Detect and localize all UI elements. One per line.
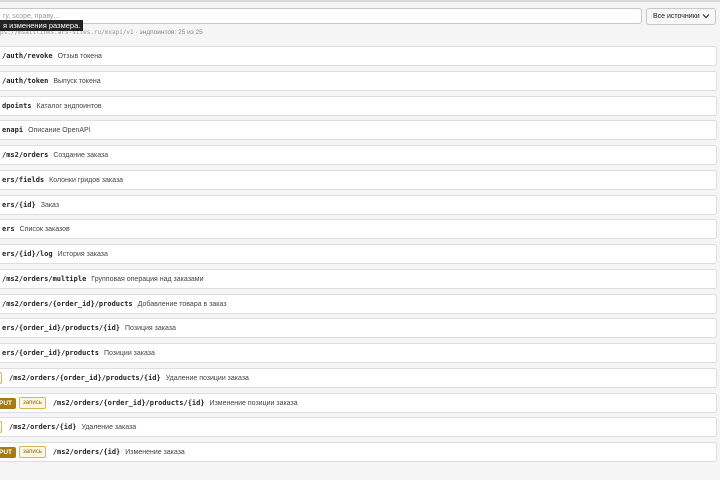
endpoint-row[interactable]: ers/{id} Заказ <box>0 195 717 215</box>
endpoint-path: enapi <box>2 126 24 134</box>
endpoint-description: Позиция заказа <box>125 324 176 332</box>
method-badge: PUT <box>0 446 16 458</box>
toolbar: я изменения размера. Все источники ps://… <box>0 0 720 44</box>
endpoint-description: Каталог эндпоинтов <box>36 102 102 110</box>
chevron-down-icon <box>702 14 710 19</box>
endpoint-path: ers <box>2 225 15 233</box>
endpoint-path: ers/{order_id}/products <box>2 349 99 357</box>
scope-badge: запись <box>19 397 46 409</box>
endpoint-path: /ms2/orders/{id} <box>9 423 77 431</box>
scope-badge <box>0 372 2 384</box>
endpoint-description: Добавление товара в заказ <box>137 300 227 308</box>
endpoint-row[interactable]: ers/{order_id}/products/{id} Позиция зака… <box>0 318 717 338</box>
endpoint-path: /ms2/orders <box>2 151 49 159</box>
endpoint-row[interactable]: /auth/token Выпуск токена <box>0 71 717 91</box>
endpoint-row[interactable]: /auth/revoke Отзыв токена <box>0 46 717 66</box>
endpoint-description: История заказа <box>57 250 108 258</box>
method-badge: PUT <box>0 397 16 409</box>
endpoint-description: Позиции заказа <box>103 349 155 357</box>
endpoint-description: Изменение позиции заказа <box>209 399 298 407</box>
endpoint-row[interactable]: ers/{id}/log История заказа <box>0 244 717 264</box>
source-select-value: Все источники <box>653 13 700 20</box>
endpoint-description: Групповая операция над заказами <box>91 275 204 283</box>
endpoint-row[interactable]: /ms2/orders/multiple Групповая операция н… <box>0 269 717 289</box>
endpoint-path: /ms2/orders/{order_id}/products/{id} <box>52 399 205 407</box>
top-divider <box>0 0 720 2</box>
endpoint-description: Заказ <box>40 201 60 209</box>
endpoint-row[interactable]: ers/fields Колонки гридов заказа <box>0 170 717 190</box>
search-input[interactable] <box>0 8 642 24</box>
endpoint-row[interactable]: PUT запись/ms2/orders/{id} Изменение заказ… <box>0 442 717 462</box>
endpoint-description: Удаление позиции заказа <box>165 374 249 382</box>
endpoint-row[interactable]: enapi Описание OpenAPI <box>0 120 717 140</box>
endpoint-description: Список заказов <box>19 225 70 233</box>
endpoint-path: /ms2/orders/{order_id}/products <box>2 300 133 308</box>
resize-tooltip: я изменения размера. <box>0 20 84 31</box>
endpoint-path: ers/{id}/log <box>2 250 53 258</box>
endpoint-description: Описание OpenAPI <box>28 126 91 134</box>
endpoint-row[interactable]: ers Список заказов <box>0 219 717 239</box>
endpoint-description: Создание заказа <box>53 151 109 159</box>
endpoint-path: dpoints <box>2 102 32 110</box>
endpoint-row[interactable]: /ms2/orders/{order_id}/products/{id} Удал… <box>0 368 717 388</box>
endpoint-description: Изменение заказа <box>125 448 185 456</box>
api-meta: ps://msattlinks.ars-sites.ru/mxapi/v1 · … <box>0 29 640 36</box>
endpoint-count: · эндпоинтов: 25 из 25 <box>135 29 203 36</box>
endpoint-path: ers/{id} <box>2 201 36 209</box>
endpoint-row[interactable]: PUT запись/ms2/orders/{order_id}/products… <box>0 393 717 413</box>
endpoint-path: /auth/revoke <box>2 52 53 60</box>
scope-badge <box>0 421 2 433</box>
endpoint-row[interactable]: /ms2/orders/{order_id}/products Добавлени… <box>0 294 717 314</box>
endpoint-description: Удаление заказа <box>81 423 137 431</box>
endpoint-description: Выпуск токена <box>53 77 101 85</box>
endpoint-row[interactable]: dpoints Каталог эндпоинтов <box>0 96 717 116</box>
endpoint-path: /ms2/orders/multiple <box>2 275 87 283</box>
endpoint-row[interactable]: /ms2/orders/{id} Удаление заказа <box>0 417 717 437</box>
endpoint-path: /auth/token <box>2 77 49 85</box>
source-select[interactable]: Все источники <box>646 8 716 25</box>
endpoint-description: Колонки гридов заказа <box>49 176 124 184</box>
endpoint-path: ers/fields <box>2 176 45 184</box>
endpoint-row[interactable]: /ms2/orders Создание заказа <box>0 145 717 165</box>
endpoint-path: /ms2/orders/{order_id}/products/{id} <box>9 374 161 382</box>
endpoint-path: /ms2/orders/{id} <box>52 448 121 456</box>
scope-badge: запись <box>19 446 46 458</box>
endpoint-row[interactable]: ers/{order_id}/products Позиции заказа <box>0 343 717 363</box>
endpoint-description: Отзыв токена <box>57 52 102 60</box>
endpoint-path: ers/{order_id}/products/{id} <box>2 324 121 332</box>
